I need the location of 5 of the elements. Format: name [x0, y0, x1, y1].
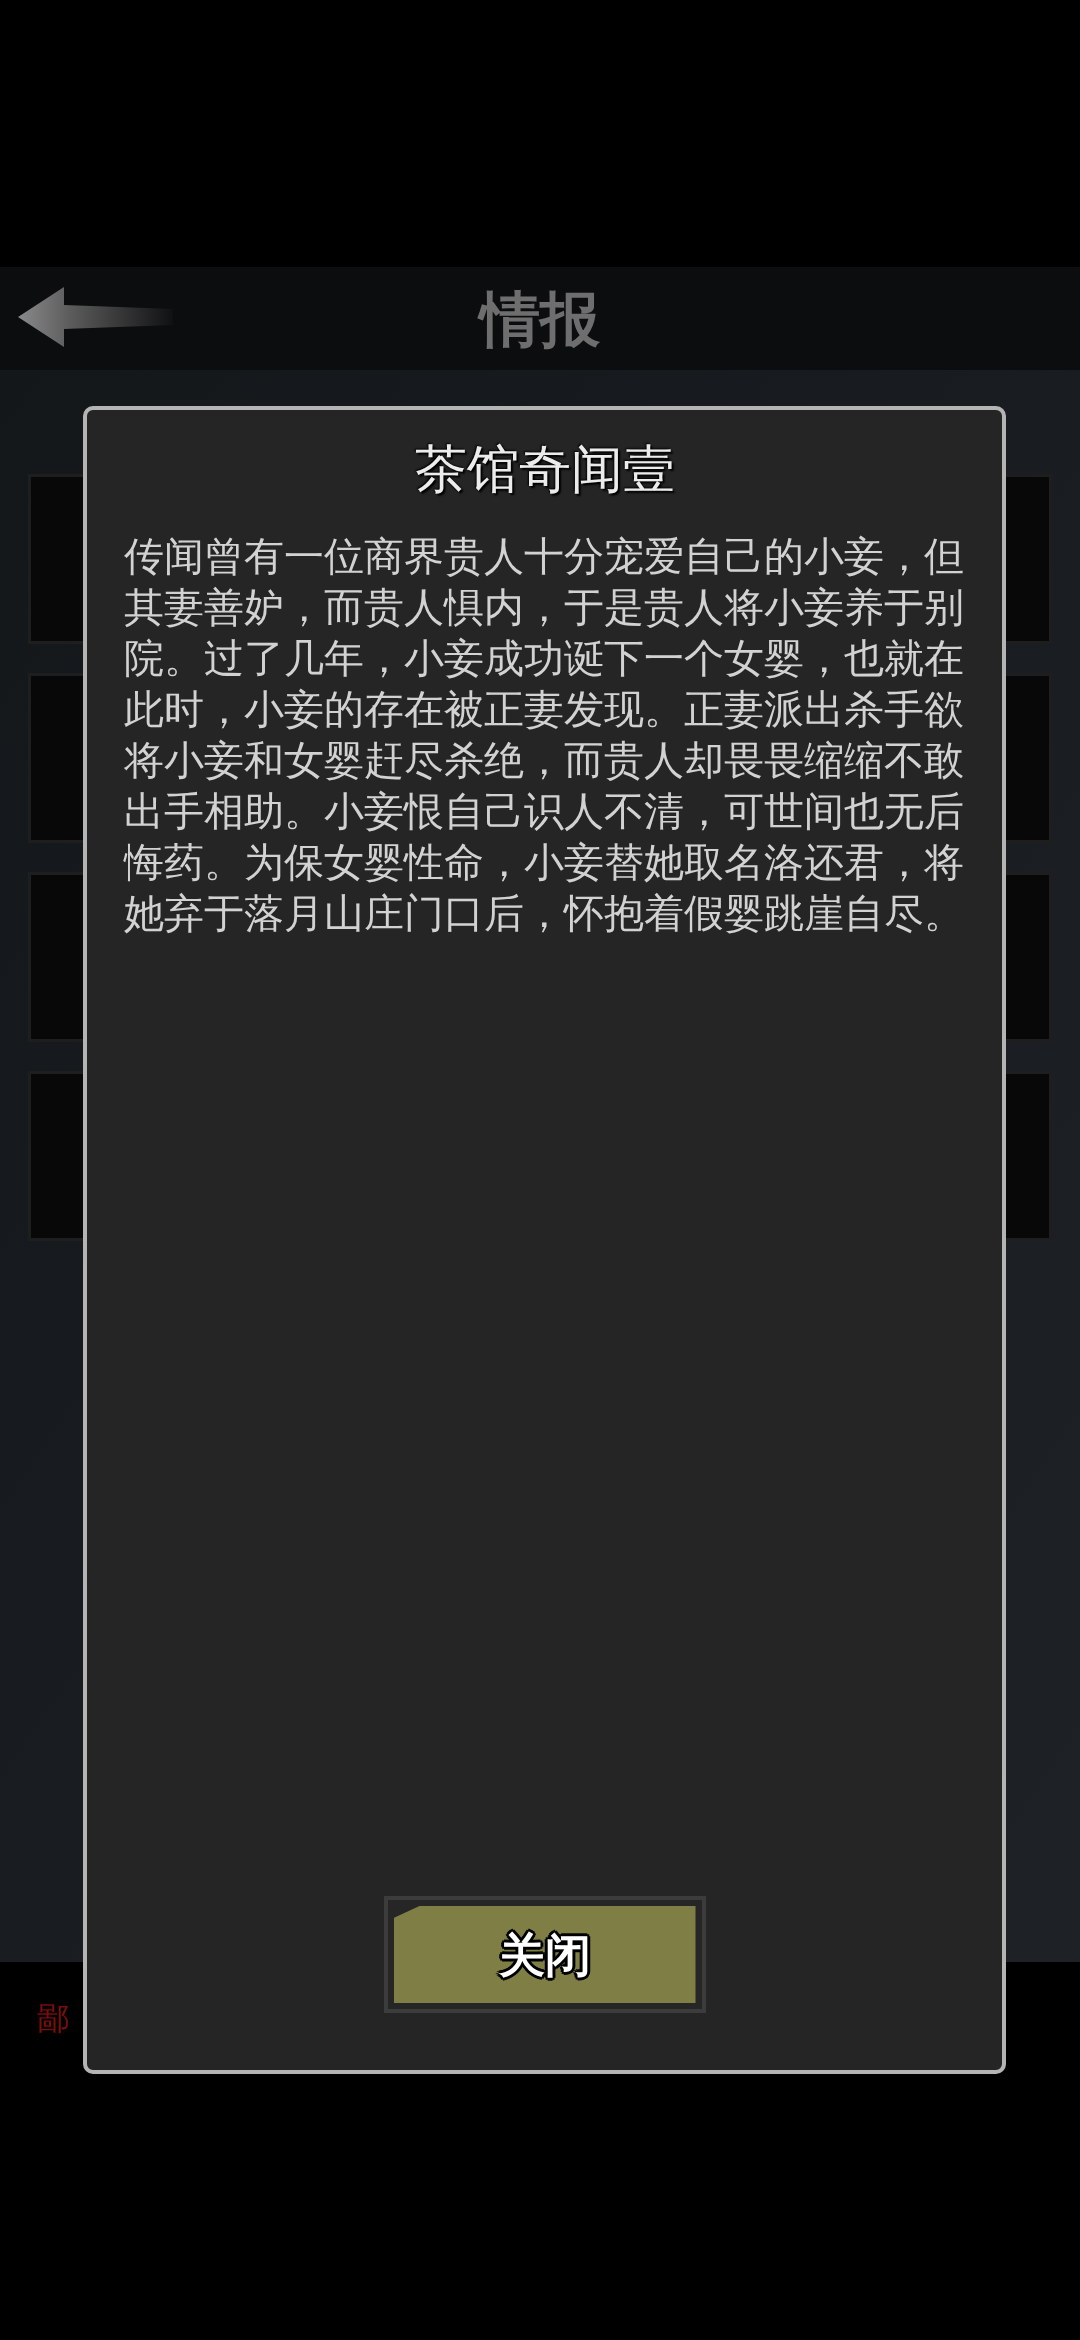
back-arrow-icon[interactable]: [18, 287, 173, 347]
dialog-title: 茶馆奇闻壹: [414, 439, 675, 499]
close-button[interactable]: 关闭: [383, 1896, 706, 2013]
story-text: 传闻曾有一位商界贵人十分宠爱自己的小妾，但其妻善妒，而贵人惧内，于是贵人将小妾养于别院。过了几年，小妾成功诞下一个女婴，也就在此时，小妾的存在被正妻发现。正妻派出杀手欲将小妾和女婴赶尽杀绝，而贵人却畏畏缩缩不敢出手相助。小妾恨自己识人不清，可世间也无后悔药。为保女婴性命，小妾替她取名洛还君，将她弃于落月山庄门口后，怀抱着假婴跳崖自尽。: [123, 532, 965, 938]
partial-label: 鄙: [37, 1998, 69, 2038]
